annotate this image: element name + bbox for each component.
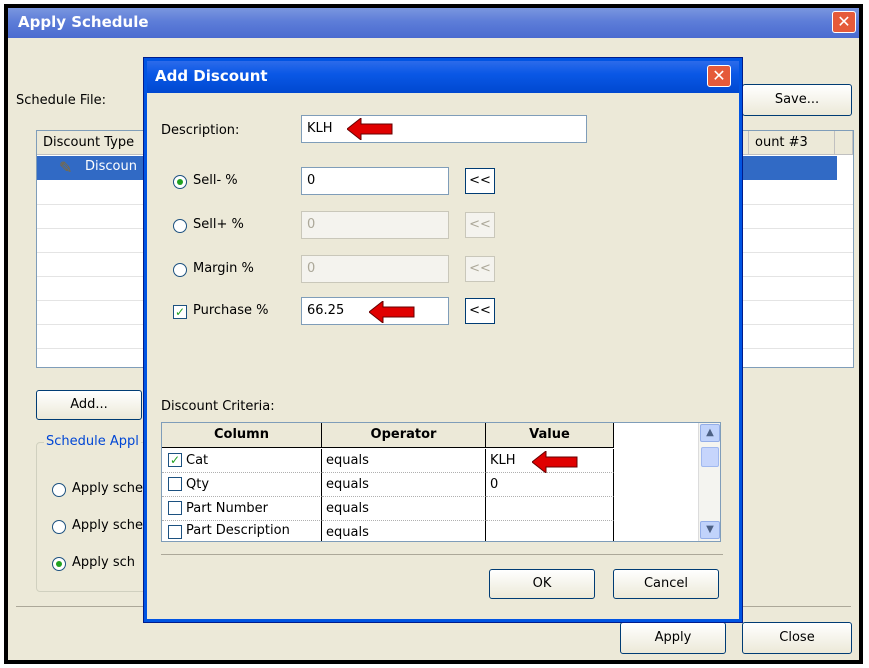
- margin-input[interactable]: 0: [301, 255, 449, 283]
- row-column-cell: Part Description: [186, 523, 290, 538]
- purchase-copy-button[interactable]: <<: [465, 298, 495, 324]
- row-operator-cell[interactable]: equals: [322, 449, 486, 473]
- row-value-cell[interactable]: [486, 497, 614, 521]
- table-row[interactable]: Part Description: [162, 521, 322, 541]
- sell-plus-copy-button[interactable]: <<: [465, 212, 495, 238]
- grid-header-column[interactable]: Column: [162, 423, 322, 448]
- description-input[interactable]: KLH: [301, 115, 587, 143]
- margin-label: Margin %: [193, 261, 254, 276]
- grid-header-operator[interactable]: Operator: [322, 423, 486, 448]
- description-label: Description:: [161, 123, 240, 138]
- save-button[interactable]: Save...: [742, 84, 852, 116]
- scroll-up-icon[interactable]: ▲: [700, 424, 720, 442]
- add-discount-dialog: Add Discount ✕ Description: KLH Sell- % …: [144, 58, 742, 622]
- row-checkbox[interactable]: ✓: [168, 453, 182, 467]
- discount-criteria-label: Discount Criteria:: [161, 399, 275, 414]
- row-column-cell: Part Number: [186, 501, 269, 516]
- sell-plus-label: Sell+ %: [193, 217, 244, 232]
- row-operator-cell[interactable]: equals: [322, 497, 486, 521]
- criteria-grid[interactable]: Column Operator Value ✓ Cat equals KLH Q…: [161, 422, 721, 542]
- row-checkbox[interactable]: [168, 501, 182, 515]
- grid-scrollbar[interactable]: ▲ ▼: [698, 423, 720, 541]
- pencil-icon: ✎: [59, 158, 73, 177]
- close-button[interactable]: Close: [742, 622, 852, 654]
- row-column-cell: Qty: [186, 477, 210, 492]
- schedule-file-label: Schedule File:: [16, 93, 107, 108]
- apply-option-radio-3[interactable]: [52, 557, 66, 571]
- sell-minus-radio[interactable]: [173, 175, 187, 189]
- ok-button[interactable]: OK: [489, 569, 595, 599]
- apply-option-label-3: Apply sch: [72, 555, 135, 570]
- apply-option-label-1: Apply sche: [72, 481, 143, 496]
- dialog-title-bar: Add Discount ✕: [147, 61, 739, 93]
- column-header-discount-type[interactable]: Discount Type: [37, 131, 149, 155]
- margin-radio[interactable]: [173, 263, 187, 277]
- apply-button[interactable]: Apply: [620, 622, 726, 654]
- purchase-label: Purchase %: [193, 303, 269, 318]
- add-button[interactable]: Add...: [36, 390, 142, 420]
- column-header-end: [835, 131, 853, 155]
- row-value-cell[interactable]: 0: [486, 473, 614, 497]
- window-title: Apply Schedule: [18, 13, 149, 31]
- grid-header-value[interactable]: Value: [486, 423, 614, 448]
- red-arrow-icon: [369, 301, 415, 323]
- close-icon[interactable]: ✕: [707, 65, 731, 87]
- scrollbar-thumb[interactable]: [701, 447, 719, 467]
- list-item-label: Discoun: [85, 159, 137, 174]
- row-column-cell: Cat: [186, 453, 209, 468]
- cancel-button[interactable]: Cancel: [613, 569, 719, 599]
- sell-minus-input[interactable]: 0: [301, 167, 449, 195]
- sell-plus-input[interactable]: 0: [301, 211, 449, 239]
- row-value-cell[interactable]: [486, 521, 614, 541]
- table-row[interactable]: Qty: [162, 473, 322, 497]
- column-header-discount-3[interactable]: ount #3: [749, 131, 835, 155]
- margin-copy-button[interactable]: <<: [465, 256, 495, 282]
- dialog-title: Add Discount: [155, 67, 268, 85]
- row-operator-cell[interactable]: equals: [322, 521, 486, 541]
- sell-plus-radio[interactable]: [173, 219, 187, 233]
- apply-option-radio-1[interactable]: [52, 483, 66, 497]
- red-arrow-icon: [532, 451, 578, 473]
- apply-option-radio-2[interactable]: [52, 520, 66, 534]
- purchase-checkbox[interactable]: ✓: [173, 305, 187, 319]
- table-row[interactable]: Part Number: [162, 497, 322, 521]
- row-operator-cell[interactable]: equals: [322, 473, 486, 497]
- sell-minus-label: Sell- %: [193, 173, 238, 188]
- divider: [161, 554, 723, 555]
- row-checkbox[interactable]: [168, 477, 182, 491]
- sell-minus-copy-button[interactable]: <<: [465, 168, 495, 194]
- row-checkbox[interactable]: [168, 525, 182, 539]
- scroll-down-icon[interactable]: ▼: [700, 521, 720, 539]
- red-arrow-icon: [347, 118, 393, 140]
- table-row[interactable]: ✓ Cat: [162, 449, 322, 473]
- group-label: Schedule Appl: [44, 434, 141, 449]
- close-icon[interactable]: ✕: [832, 11, 856, 33]
- window-title-bar: Apply Schedule ✕: [8, 8, 859, 38]
- apply-option-label-2: Apply sche: [72, 518, 143, 533]
